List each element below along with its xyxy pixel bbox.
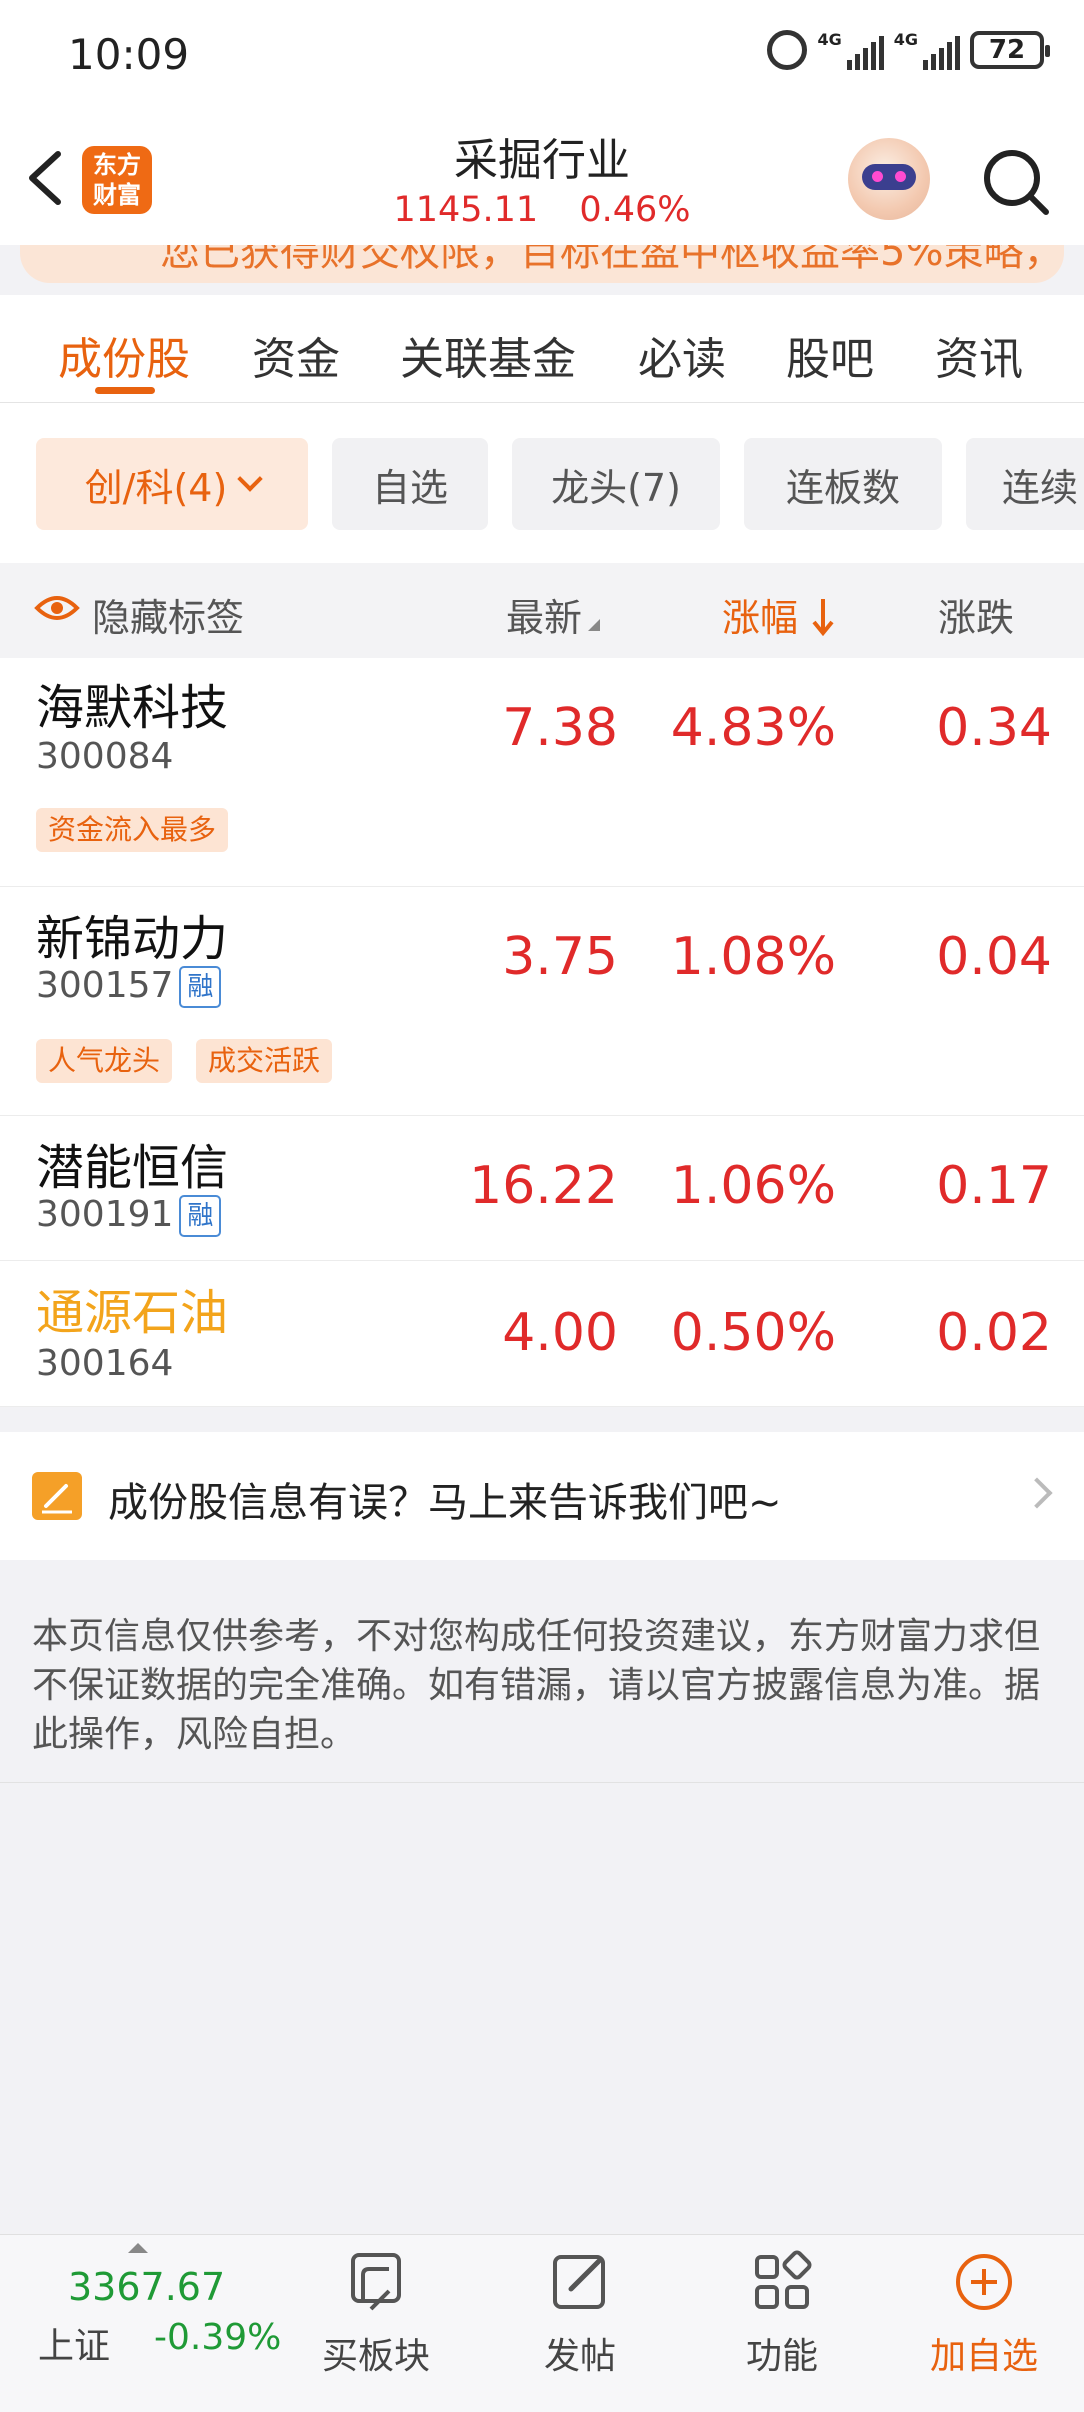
compose-icon	[553, 2255, 605, 2309]
tab-related-funds[interactable]: 关联基金	[400, 323, 576, 387]
change-amount: 0.34	[936, 698, 1052, 758]
bottom-index-name[interactable]: 上证	[38, 2317, 110, 2369]
bottom-bar: 3367.67 上证 -0.39% 买板块 发帖 功能 加自选	[0, 2234, 1084, 2412]
header: 东方 财富 采掘行业 1145.11 0.46%	[0, 110, 1084, 245]
tab-must-read[interactable]: 必读	[638, 323, 726, 387]
grid-icon	[755, 2250, 812, 2309]
tab-funds[interactable]: 资金	[252, 323, 340, 387]
functions-button[interactable]: 功能	[712, 2247, 852, 2379]
battery-icon: 72	[970, 31, 1050, 69]
col-change-header[interactable]: 涨跌	[938, 587, 1014, 642]
disclaimer-text: 本页信息仅供参考，不对您构成任何投资建议，东方财富力求但不保证数据的完全准确。如…	[32, 1616, 1041, 1755]
filter-board-dropdown[interactable]: 创/科(4)	[36, 438, 308, 530]
change-amount: 0.04	[936, 927, 1052, 987]
col-change-pct-header[interactable]: 涨幅	[722, 587, 836, 642]
table-row[interactable]: 海默科技 300084 资金流入最多 7.38 4.83% 0.34	[0, 658, 1084, 887]
change-amount: 0.02	[936, 1303, 1052, 1363]
stock-code-line: 300191 融	[36, 1194, 222, 1237]
feedback-row[interactable]: 成份股信息有误？马上来告诉我们吧~	[0, 1432, 1084, 1560]
latest-price: 16.22	[469, 1156, 618, 1216]
robot-assistant-icon[interactable]	[848, 138, 930, 220]
status-bar: 10:09 4G 4G 72	[0, 0, 1084, 110]
promo-banner[interactable]: 您已获得财交权限，目标在盈中枢收益率5%策略，只	[20, 245, 1064, 283]
sort-desc-arrow-icon	[812, 599, 834, 637]
add-to-watchlist-button[interactable]: 加自选	[914, 2247, 1054, 2379]
tab-constituents[interactable]: 成份股	[58, 323, 190, 387]
change-amount: 0.17	[936, 1156, 1052, 1216]
chevron-right-icon	[1021, 1477, 1053, 1509]
index-value: 1145.11	[393, 190, 539, 230]
col-change-pct-label: 涨幅	[722, 596, 799, 640]
stock-name: 通源石油	[36, 1285, 229, 1341]
search-icon[interactable]	[980, 146, 1052, 218]
hide-tags-toggle[interactable]: 隐藏标签	[92, 587, 244, 642]
promo-banner-text: 您已获得财交权限，目标在盈中枢收益率5%策略，只	[160, 245, 1064, 275]
col-latest-label: 最新	[506, 596, 583, 640]
stock-code: 300191	[36, 1194, 174, 1235]
stock-tag: 成交活跃	[196, 1039, 333, 1083]
functions-label: 功能	[745, 2336, 818, 2377]
stock-code: 300084	[36, 736, 174, 777]
stock-code-line: 300157 融	[36, 965, 222, 1008]
latest-price: 3.75	[502, 927, 618, 987]
bottom-index-change[interactable]: -0.39%	[154, 2317, 281, 2358]
feedback-text: 成份股信息有误？马上来告诉我们吧~	[108, 1480, 782, 1526]
table-row[interactable]: 新锦动力 300157 融 人气龙头 成交活跃 3.75 1.08% 0.04	[0, 887, 1084, 1116]
stock-tag: 资金流入最多	[36, 808, 229, 852]
filter-leaders[interactable]: 龙头(7)	[512, 438, 720, 530]
index-change: 0.46%	[579, 190, 691, 230]
network-type-label-2: 4G	[893, 30, 918, 49]
post-button[interactable]: 发帖	[510, 2247, 650, 2379]
tab-news[interactable]: 资讯	[935, 323, 1023, 387]
alarm-icon	[767, 30, 808, 70]
active-tab-indicator	[95, 387, 155, 394]
col-latest-header[interactable]: 最新	[506, 587, 601, 642]
edit-icon	[32, 1472, 82, 1520]
change-percent: 0.50%	[670, 1303, 836, 1363]
status-time: 10:09	[68, 30, 190, 79]
latest-price: 4.00	[502, 1303, 618, 1363]
table-header: 隐藏标签 最新 涨幅 涨跌	[0, 563, 1084, 658]
filter-limit-up-count[interactable]: 连板数	[744, 438, 942, 530]
tab-forum[interactable]: 股吧	[786, 323, 874, 387]
stock-tag: 人气龙头	[36, 1039, 173, 1083]
stock-code: 300157	[36, 965, 174, 1006]
latest-price: 7.38	[502, 698, 618, 758]
filter-board-label: 创/科(4)	[84, 465, 228, 510]
change-percent: 1.08%	[670, 927, 836, 987]
plus-circle-icon	[956, 2254, 1012, 2310]
buy-sector-button[interactable]: 买板块	[306, 2247, 446, 2379]
signal-icon-2: 4G	[894, 30, 960, 70]
margin-badge: 融	[179, 966, 222, 1008]
filter-bar: 创/科(4) 自选 龙头(7) 连板数 连续	[0, 403, 1084, 563]
network-type-label: 4G	[817, 30, 842, 49]
bottom-index-value[interactable]: 3367.67	[68, 2265, 225, 2309]
change-percent: 1.06%	[670, 1156, 836, 1216]
filter-consecutive[interactable]: 连续	[966, 438, 1084, 530]
tab-bar: 成份股 资金 关联基金 必读 股吧 资讯	[0, 295, 1084, 403]
stock-code: 300164	[36, 1343, 174, 1384]
caret-up-icon[interactable]	[128, 2243, 148, 2253]
margin-badge: 融	[179, 1195, 222, 1237]
eye-icon[interactable]	[34, 593, 80, 623]
divider	[0, 1782, 1084, 1783]
table-row[interactable]: 潜能恒信 300191 融 16.22 1.06% 0.17	[0, 1116, 1084, 1261]
sort-icon	[588, 619, 601, 631]
change-percent: 4.83%	[670, 698, 836, 758]
stock-name: 海默科技	[36, 680, 229, 736]
status-icons: 4G 4G 72	[767, 30, 1050, 70]
add-to-watchlist-label: 加自选	[929, 2336, 1038, 2377]
signal-icon: 4G	[817, 30, 884, 70]
chevron-down-icon	[237, 466, 264, 492]
table-row[interactable]: 通源石油 300164 4.00 0.50% 0.02	[0, 1261, 1084, 1407]
filter-watchlist[interactable]: 自选	[332, 438, 488, 530]
buy-sector-label: 买板块	[321, 2336, 430, 2377]
buy-sector-icon	[351, 2253, 401, 2311]
stock-name: 潜能恒信	[36, 1140, 229, 1196]
stock-name: 新锦动力	[36, 911, 229, 967]
post-label: 发帖	[543, 2336, 616, 2377]
